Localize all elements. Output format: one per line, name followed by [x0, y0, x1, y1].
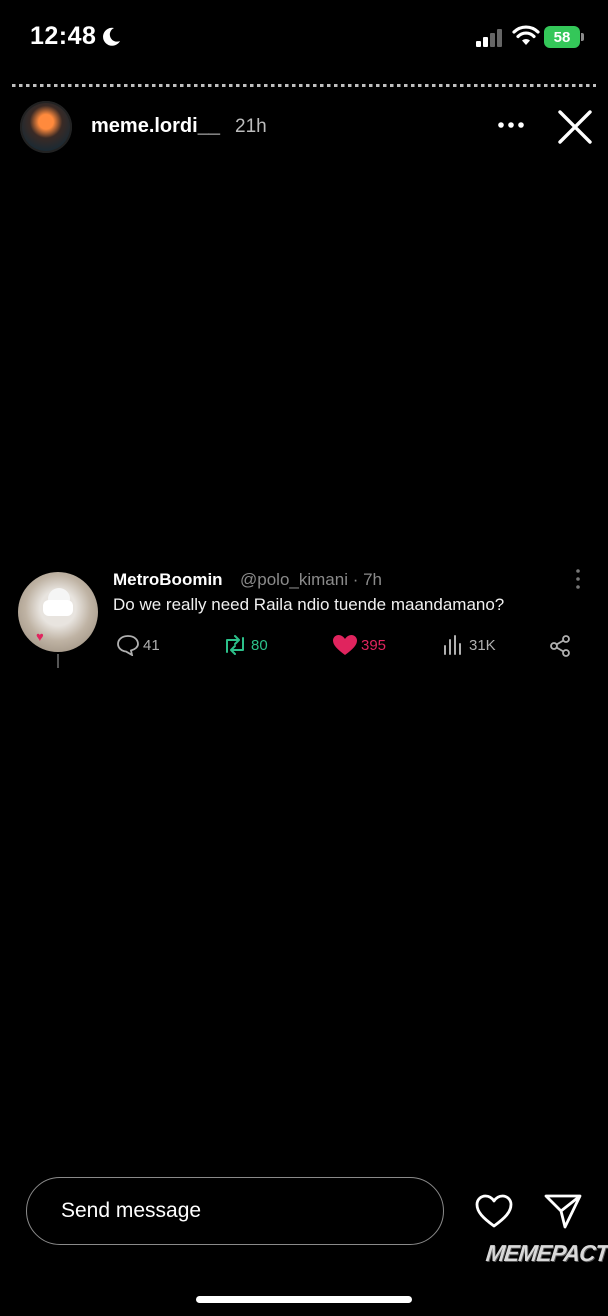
tweet-avatar: ♥ — [18, 572, 98, 652]
story-time-ago: 21h — [235, 116, 267, 137]
tweet-views: 31K — [442, 634, 496, 656]
close-icon[interactable] — [556, 108, 594, 146]
story-progress-bar — [12, 84, 596, 87]
tweet-share — [548, 634, 572, 658]
story-avatar[interactable] — [20, 101, 72, 153]
like-count: 395 — [361, 636, 387, 654]
send-icon[interactable] — [543, 1192, 583, 1230]
tweet-author-name: MetroBoomin — [113, 570, 223, 589]
moon-icon — [103, 27, 120, 46]
battery-cap — [581, 33, 584, 41]
retweet-icon — [226, 635, 244, 655]
reply-count: 41 — [143, 636, 160, 654]
battery-icon: 58 — [544, 26, 584, 48]
send-message-input[interactable]: Send message — [26, 1177, 444, 1245]
avatar-heart-icon: ♥ — [36, 629, 44, 644]
avatar-mask — [43, 600, 73, 616]
tweet-text: Do we really need Raila ndio tuende maan… — [113, 595, 505, 614]
reply-icon — [117, 635, 139, 656]
thread-line — [57, 654, 59, 668]
status-time: 12:48 — [30, 22, 97, 50]
more-icon[interactable] — [496, 112, 526, 138]
tweet-menu-icon — [576, 569, 580, 589]
story-username[interactable]: meme.lordi__ — [91, 115, 220, 138]
tweet-likes: 395 — [332, 634, 386, 656]
view-count: 31K — [469, 636, 496, 654]
tweet-retweets: 80 — [222, 634, 268, 656]
share-icon — [550, 635, 570, 657]
views-icon — [444, 635, 461, 655]
like-icon — [333, 635, 357, 655]
send-message-placeholder: Send message — [61, 1199, 202, 1222]
wifi-icon — [512, 25, 540, 45]
heart-icon[interactable] — [474, 1193, 514, 1229]
tweet-replies: 41 — [116, 634, 160, 656]
watermark-logo: MEMEPACT — [484, 1240, 608, 1266]
home-indicator[interactable] — [196, 1296, 412, 1303]
battery-level: 58 — [544, 26, 580, 48]
tweet-handle-time: @polo_kimani · 7h — [240, 570, 382, 589]
retweet-count: 80 — [251, 636, 268, 654]
signal-icon — [476, 29, 502, 47]
